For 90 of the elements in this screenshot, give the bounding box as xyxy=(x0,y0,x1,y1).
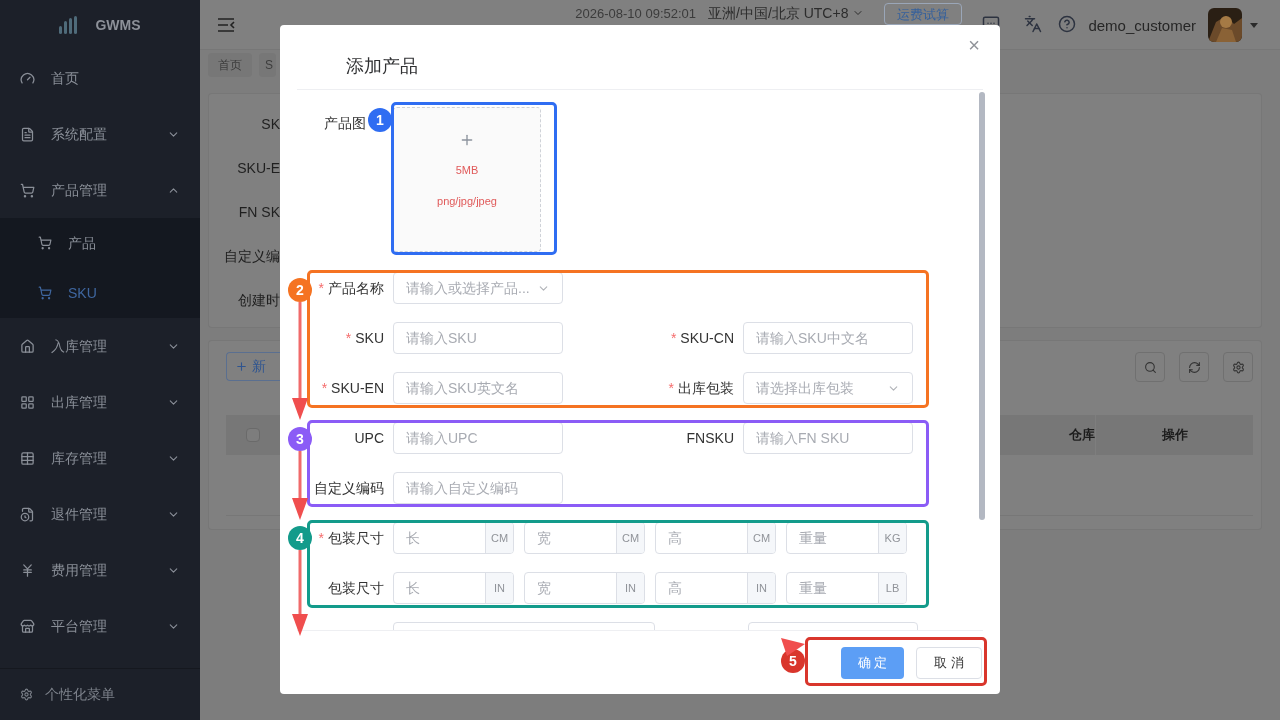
select-field[interactable]: 请选择出库包装 xyxy=(743,372,913,404)
filter-label: 创建时 xyxy=(238,291,280,310)
cancel-button[interactable]: 取 消 xyxy=(916,646,982,679)
input-field[interactable]: 请输入SKU中文名 xyxy=(743,322,913,354)
field-label: SKU-EN xyxy=(331,378,384,398)
cart-icon xyxy=(38,236,52,250)
unit-addon: CM xyxy=(485,523,513,553)
unit-addon: KG xyxy=(878,523,906,553)
required-mark: * xyxy=(318,528,324,548)
unit-addon: IN xyxy=(616,573,644,603)
search-icon xyxy=(1143,360,1157,374)
dialog-title: 添加产品 xyxy=(345,55,418,78)
input-field[interactable]: 请输入FN SKU xyxy=(743,422,913,454)
field-label: 自定义编码 xyxy=(314,478,384,498)
field-label: FNSKU xyxy=(686,428,734,448)
input-field[interactable]: 请输入SKU xyxy=(393,322,563,354)
username-text[interactable]: demo_customer xyxy=(1088,15,1196,38)
field-label: SKU xyxy=(355,328,384,348)
menu-item[interactable]: 产品管理 xyxy=(0,162,200,218)
submenu-item[interactable]: 产品 xyxy=(0,218,200,268)
cart-icon xyxy=(38,286,52,300)
settings-button[interactable] xyxy=(1223,352,1253,382)
required-mark: * xyxy=(318,278,324,298)
menu-item[interactable]: 首页 xyxy=(0,50,200,106)
required-mark: * xyxy=(668,378,674,398)
menu-item[interactable]: 个性化菜单 xyxy=(0,668,200,720)
measure-field[interactable]: 高 IN xyxy=(655,572,776,604)
timezone-select[interactable]: 亚洲/中国/北京 UTC+8 xyxy=(708,3,865,23)
column-header: 操作 xyxy=(1162,426,1188,445)
menu-item[interactable]: 库存管理 xyxy=(0,430,200,486)
required-mark: * xyxy=(345,328,352,348)
gear-icon xyxy=(1231,360,1245,374)
input-field[interactable]: 请输入自定义编码 xyxy=(393,472,563,504)
scrollbar[interactable] xyxy=(979,92,985,520)
caret-icon[interactable] xyxy=(1250,23,1258,28)
field-label: 出库包装 xyxy=(678,378,734,398)
measure-field[interactable]: 重量 LB xyxy=(786,572,907,604)
pointer-arrow xyxy=(781,638,805,656)
plus-icon xyxy=(459,132,475,148)
menu-item[interactable]: 费用管理 xyxy=(0,542,200,598)
field-label: 产品名称 xyxy=(328,278,384,298)
filter-label: SK xyxy=(261,115,280,134)
filter-label: FN SK xyxy=(238,203,280,222)
logo-text: GWMS xyxy=(95,15,141,35)
breadcrumb-tab[interactable]: 首页 xyxy=(208,53,252,77)
arrow xyxy=(292,451,308,520)
search-button[interactable] xyxy=(1135,352,1165,382)
unit-addon: LB xyxy=(878,573,906,603)
unit-addon: IN xyxy=(747,573,775,603)
breadcrumb-tab[interactable]: S xyxy=(259,53,276,77)
refresh-icon xyxy=(1187,360,1201,374)
field-label: SKU-CN xyxy=(680,328,734,348)
menu-item[interactable]: 系统配置 xyxy=(0,106,200,162)
size-hint: 5MB xyxy=(455,163,479,178)
input-field[interactable]: 请输入UPC xyxy=(393,422,563,454)
menu-item[interactable]: 出库管理 xyxy=(0,374,200,430)
filter-label: SKU-E xyxy=(237,159,280,178)
measure-field[interactable]: 高 CM xyxy=(655,522,776,554)
menu-item[interactable]: 退件管理 xyxy=(0,486,200,542)
field-label: UPC xyxy=(354,428,384,448)
required-mark: * xyxy=(670,328,677,348)
field-label: 包装尺寸 xyxy=(328,578,384,598)
field-label: 产品图 xyxy=(324,113,366,133)
measure-field[interactable]: 宽 CM xyxy=(524,522,645,554)
settings-icon xyxy=(20,688,33,701)
confirm-button[interactable]: 确 定 xyxy=(840,646,905,679)
measure-field[interactable]: 长 CM xyxy=(393,522,514,554)
measure-field[interactable]: 宽 IN xyxy=(524,572,645,604)
unit-addon: CM xyxy=(616,523,644,553)
filter-label: 自定义编 xyxy=(224,247,280,266)
datetime-text: 2026-08-10 09:52:01 xyxy=(575,5,697,23)
help-icon[interactable] xyxy=(1058,15,1077,33)
input-field[interactable]: 请输入SKU英文名 xyxy=(393,372,563,404)
unit-addon: CM xyxy=(747,523,775,553)
measure-field[interactable]: 长 IN xyxy=(393,572,514,604)
upload-area[interactable]: 5MB png/jpg/jpeg xyxy=(393,107,541,252)
plus-icon xyxy=(235,360,248,373)
translate-icon[interactable] xyxy=(1024,15,1043,33)
required-mark: * xyxy=(321,378,328,398)
measure-field[interactable]: 重量 KG xyxy=(786,522,907,554)
submenu-item[interactable]: SKU xyxy=(0,268,200,318)
close-button[interactable]: × xyxy=(968,35,980,55)
type-hint: png/jpg/jpeg xyxy=(437,193,497,209)
logo-icon xyxy=(59,16,80,34)
menu-item[interactable]: 平台管理 xyxy=(0,598,200,654)
column-header: 仓库 xyxy=(1069,426,1095,445)
field-label: 包装尺寸 xyxy=(328,528,384,548)
unit-addon: IN xyxy=(485,573,513,603)
menu-item[interactable]: 入库管理 xyxy=(0,318,200,374)
refresh-button[interactable] xyxy=(1179,352,1209,382)
